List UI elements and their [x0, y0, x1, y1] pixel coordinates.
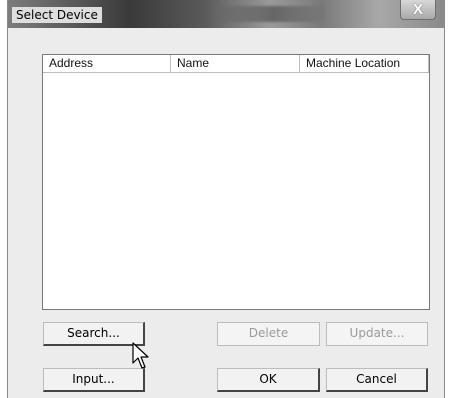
cancel-button[interactable]: Cancel: [326, 368, 428, 392]
arrow-pointer-icon: [132, 342, 149, 369]
device-list[interactable]: Address Name Machine Location: [42, 54, 430, 310]
search-button[interactable]: Search...: [43, 322, 145, 346]
window-title: Select Device: [12, 7, 102, 23]
close-button[interactable]: X: [400, 0, 436, 20]
ok-button[interactable]: OK: [217, 368, 320, 392]
column-header-address[interactable]: Address: [43, 55, 171, 72]
select-device-dialog: Select Device X Address Name Machine Loc…: [7, 0, 445, 398]
title-bar[interactable]: Select Device X: [8, 0, 444, 28]
delete-button[interactable]: Delete: [217, 322, 320, 346]
close-icon: X: [412, 1, 423, 18]
update-button[interactable]: Update...: [326, 322, 428, 346]
column-header-machine-location[interactable]: Machine Location: [300, 55, 429, 72]
background-window-title: [218, 6, 328, 22]
column-header-name[interactable]: Name: [171, 55, 300, 72]
input-button[interactable]: Input...: [43, 368, 145, 392]
list-body[interactable]: [43, 73, 429, 309]
list-header: Address Name Machine Location: [43, 55, 429, 73]
